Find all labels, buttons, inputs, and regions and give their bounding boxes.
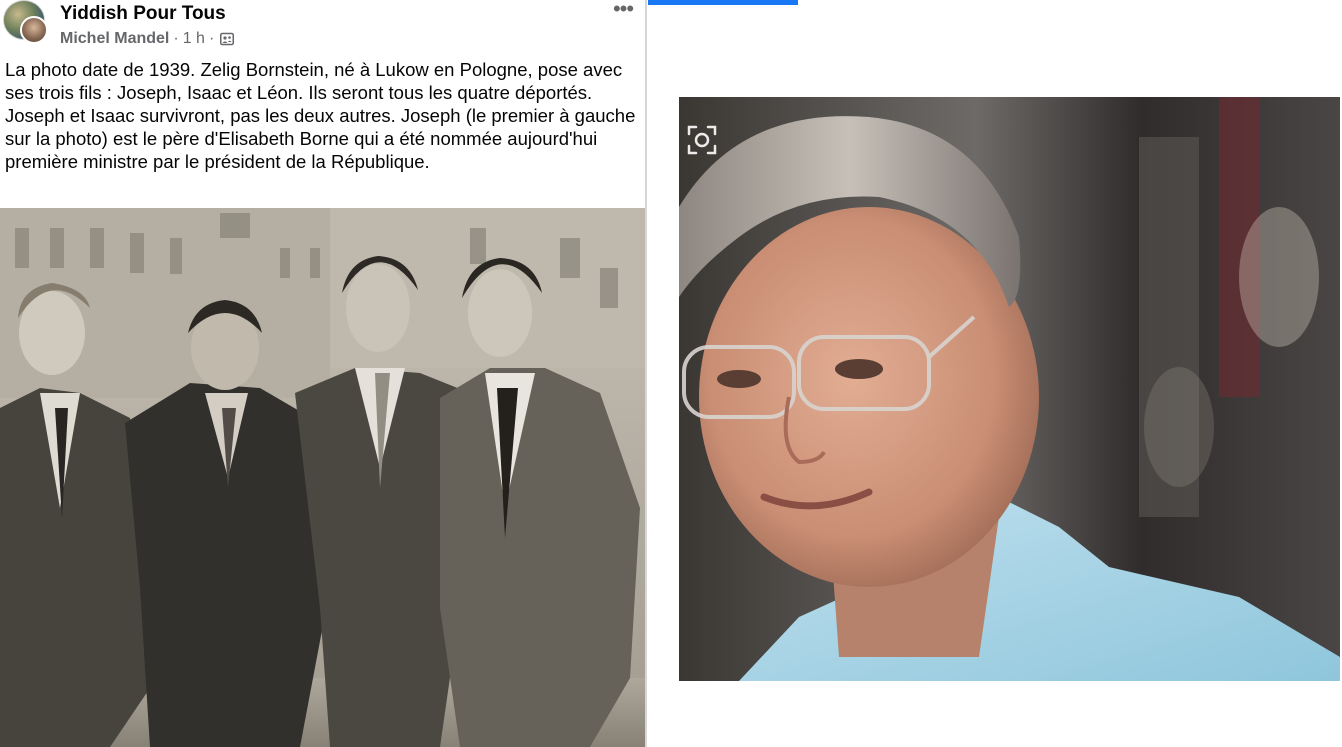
more-options-icon[interactable]: •••	[610, 0, 636, 20]
visual-lookup-icon[interactable]	[685, 123, 719, 157]
author-name-link[interactable]: Michel Mandel	[60, 30, 169, 48]
panel-divider	[645, 0, 647, 747]
facebook-post: Yiddish Pour Tous Michel Mandel · 1 h · …	[0, 0, 645, 747]
author-avatar[interactable]	[20, 16, 48, 44]
active-tab-indicator	[648, 0, 798, 5]
post-timestamp[interactable]: 1 h	[183, 30, 205, 48]
meta-separator: ·	[208, 30, 215, 47]
post-body-text: La photo date de 1939. Zelig Bornstein, …	[5, 59, 636, 172]
page-name-link[interactable]: Yiddish Pour Tous	[60, 3, 226, 25]
group-audience-icon	[220, 32, 235, 46]
avatar-group[interactable]	[3, 0, 51, 44]
historic-photo[interactable]	[0, 208, 645, 747]
post-meta: Michel Mandel · 1 h ·	[60, 30, 235, 48]
meta-separator: ·	[173, 30, 179, 47]
portrait-photo[interactable]	[679, 97, 1340, 681]
